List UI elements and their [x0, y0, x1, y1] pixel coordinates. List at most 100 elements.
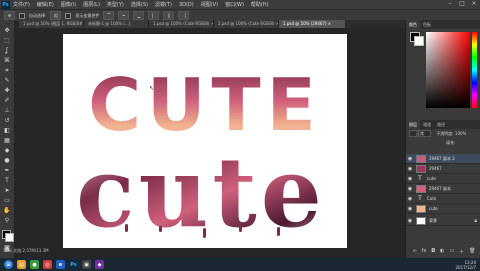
tab-color[interactable]: 颜色 — [406, 20, 420, 29]
menu-layer[interactable]: 图层(L) — [83, 1, 100, 8]
eye-icon[interactable]: ◉ — [406, 186, 414, 192]
doc-tab-4[interactable]: 2.psd @ 100% (Cute RGB/8) × — [214, 20, 279, 28]
align-right-icon[interactable]: ▕ — [178, 11, 190, 20]
doc-tab-1[interactable]: 1.psd @ 50% (图层 1, RGB/8#) × — [19, 20, 84, 28]
crop-tool-icon[interactable]: ⌗ — [2, 66, 12, 75]
fx-icon[interactable]: fx — [422, 248, 427, 255]
minimize-icon[interactable]: – — [446, 1, 454, 7]
menu-type[interactable]: 类型(Y) — [107, 1, 124, 8]
pen-tool-icon[interactable]: ✒ — [2, 166, 12, 175]
ie-icon[interactable]: e — [56, 260, 65, 269]
align-middle-icon[interactable]: ═ — [118, 11, 130, 20]
layer-row[interactable]: ◉ T Cute — [406, 194, 480, 204]
menu-3d[interactable]: 3D(D) — [179, 2, 194, 8]
auto-select-checkbox[interactable] — [19, 12, 25, 19]
eye-icon[interactable]: ◉ — [406, 166, 414, 172]
shape-tool-icon[interactable]: ▭ — [2, 196, 12, 205]
cute-uppercase-text: CUTE — [88, 63, 322, 147]
layer-row[interactable]: ◉ 29467 副本 — [406, 184, 480, 194]
move-tool-preset-icon[interactable]: ✥ — [4, 11, 15, 20]
system-clock[interactable]: 13:24 2017/12/7 — [455, 260, 476, 270]
layer-row[interactable]: ◉ 背景 🔒︎ — [406, 216, 480, 226]
menu-select[interactable]: 选择(S) — [131, 1, 148, 8]
menu-file[interactable]: 文件(F) — [13, 1, 30, 8]
menu-view[interactable]: 视图(V) — [201, 1, 218, 8]
menu-filter[interactable]: 滤镜(T) — [155, 1, 172, 8]
layer-thumbnail — [416, 164, 426, 173]
maximize-icon[interactable]: □ — [458, 1, 466, 7]
quick-select-tool-icon[interactable]: ⌘ — [2, 56, 12, 65]
background-color-swatch[interactable] — [5, 233, 14, 242]
brush-tool-icon[interactable]: ✐ — [2, 96, 12, 105]
move-tool-icon[interactable]: ✥ — [2, 26, 12, 35]
menu-window[interactable]: 窗口(W) — [225, 1, 244, 8]
trash-icon[interactable]: 🗑︎ — [469, 248, 475, 255]
align-top-icon[interactable]: ▔ — [103, 11, 115, 20]
align-bottom-icon[interactable]: ▁ — [133, 11, 145, 20]
layer-row[interactable]: ◉ 29467 副本 2 — [406, 154, 480, 164]
lasso-tool-icon[interactable]: ʆ — [2, 46, 12, 55]
healing-brush-tool-icon[interactable]: ✚ — [2, 86, 12, 95]
tab-layers[interactable]: 图层 — [406, 120, 420, 129]
drip-mark — [203, 228, 206, 238]
align-left-icon[interactable]: ▏ — [148, 11, 160, 20]
doc-tab-active[interactable]: 1.psd @ 50% (29467) × — [279, 20, 346, 28]
type-tool-icon[interactable]: T — [2, 176, 12, 185]
menu-help[interactable]: 帮助(H) — [251, 1, 269, 8]
eye-icon[interactable]: ◉ — [406, 196, 414, 202]
wechat-icon[interactable]: ● — [30, 260, 39, 269]
opacity-value[interactable]: 100% — [455, 131, 466, 136]
file-explorer-icon[interactable]: ▤ — [17, 260, 26, 269]
zoom-tool-icon[interactable]: ⚲ — [2, 216, 12, 225]
marquee-tool-icon[interactable]: ⬚ — [2, 36, 12, 45]
eyedropper-tool-icon[interactable]: ✎ — [2, 76, 12, 85]
browser-icon[interactable]: ◎ — [43, 260, 52, 269]
start-button-icon[interactable]: ⊞ — [4, 260, 13, 269]
folder-icon[interactable]: ▭ — [449, 248, 454, 255]
eye-icon[interactable]: ◉ — [406, 156, 414, 162]
path-selection-tool-icon[interactable]: ➤ — [2, 186, 12, 195]
layer-row[interactable]: ◉ cute — [406, 204, 480, 214]
layer-thumbnail — [416, 204, 426, 213]
history-brush-tool-icon[interactable]: ↺ — [2, 116, 12, 125]
menu-edit[interactable]: 编辑(E) — [37, 1, 54, 8]
hue-slider[interactable] — [472, 32, 477, 108]
adjustment-icon[interactable]: ◐ — [440, 248, 444, 255]
eye-icon[interactable]: ◉ — [406, 218, 414, 224]
eraser-tool-icon[interactable]: ◧ — [2, 126, 12, 135]
layer-row[interactable]: ◉ 29467 — [406, 164, 480, 174]
link-icon[interactable]: ∞ — [412, 248, 416, 255]
document-tab-bar: 1.psd @ 50% (图层 1, RGB/8#) × 未标题-1 @ 100… — [19, 20, 405, 28]
auto-select-dropdown[interactable]: 组 — [50, 11, 62, 20]
tab-channels[interactable]: 通道 — [420, 120, 434, 129]
transform-controls-checkbox[interactable] — [65, 12, 72, 19]
document-canvas[interactable]: CUTE cute — [63, 34, 347, 249]
align-center-icon[interactable]: ‖ — [163, 11, 175, 20]
menu-image[interactable]: 图像(I) — [61, 1, 76, 8]
menu-bar: Ps 文件(F) 编辑(E) 图像(I) 图层(L) 类型(Y) 选择(S) 滤… — [0, 0, 480, 9]
photoshop-taskbar-icon[interactable]: Ps — [69, 260, 78, 269]
tab-swatches[interactable]: 色板 — [420, 20, 434, 29]
text-layer-icon: T — [418, 194, 422, 202]
app-icon[interactable]: ▣ — [82, 260, 91, 269]
doc-tab-2[interactable]: 未标题-1 @ 100% (...) — [84, 20, 149, 28]
new-layer-icon[interactable]: ＋ — [459, 248, 464, 255]
eye-icon[interactable]: ◉ — [406, 176, 414, 182]
drip-mark — [239, 225, 242, 232]
zoom-level[interactable]: 50% — [3, 248, 12, 253]
color-panel-background[interactable] — [414, 36, 424, 46]
blur-tool-icon[interactable]: ◆ — [2, 146, 12, 155]
mask-icon[interactable]: ◘ — [431, 248, 435, 255]
color-picker-field[interactable] — [426, 32, 470, 108]
clone-stamp-tool-icon[interactable]: ⊥ — [2, 106, 12, 115]
layer-row[interactable]: ◉ T cute — [406, 174, 480, 184]
hand-tool-icon[interactable]: ✋ — [2, 206, 12, 215]
blend-mode-dropdown[interactable]: 正常 — [409, 130, 431, 137]
eye-icon[interactable]: ◉ — [406, 206, 414, 212]
app2-icon[interactable]: ◆ — [95, 260, 104, 269]
gradient-tool-icon[interactable]: ▦ — [2, 136, 12, 145]
doc-tab-3[interactable]: 1.psd @ 100% (Cute RGB/8) × — [149, 20, 214, 28]
close-icon[interactable]: × — [470, 1, 478, 7]
tab-paths[interactable]: 路径 — [434, 120, 448, 129]
dodge-tool-icon[interactable]: ● — [2, 156, 12, 165]
